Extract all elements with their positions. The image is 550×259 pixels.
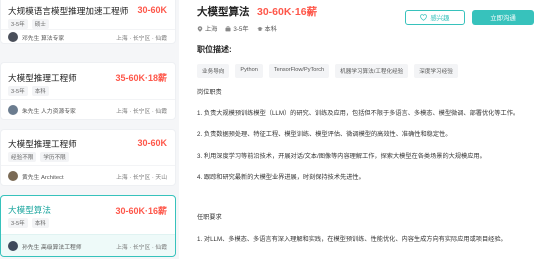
detail-experience-group: 3-5年 bbox=[225, 24, 249, 33]
interested-label: 感兴趣 bbox=[430, 15, 450, 22]
job-card-tags: 3-5年 硕士 bbox=[8, 19, 49, 29]
tag-experience: 3-5年 bbox=[8, 218, 28, 228]
detail-city-group: 上海 bbox=[197, 24, 217, 33]
job-card[interactable]: 大模型推理工程师 30-60K 经验不限 学历不限 黄先生 Architect … bbox=[0, 129, 176, 186]
heart-icon bbox=[420, 14, 428, 21]
job-card-selected[interactable]: 大模型算法 30-60K·16薪 3-5年 本科 孙先生 高级算法工程师 上海 … bbox=[0, 195, 176, 257]
job-card-tags: 3-5年 本科 bbox=[8, 86, 49, 96]
briefcase-icon bbox=[225, 25, 231, 31]
skill-tag: Python bbox=[235, 64, 263, 78]
job-page: 大规模语言模型推理加速工程师 30-60K 3-5年 硕士 邓先生 算法专家 上… bbox=[0, 0, 550, 259]
job-card-title: 大模型算法 bbox=[8, 205, 51, 215]
job-card-footer: 朱先生 人力资源专家 上海 · 长宁区 · 仙霞 bbox=[1, 99, 175, 119]
detail-title: 大模型算法 bbox=[197, 6, 250, 18]
recruiter-name: 朱先生 人力资源专家 bbox=[22, 109, 76, 115]
detail-experience: 3-5年 bbox=[233, 26, 249, 33]
detail-salary: 30-60K·16薪 bbox=[257, 6, 318, 18]
detail-city: 上海 bbox=[205, 26, 218, 33]
desc-line: 2. 负责数据预处理、特征工程、模型训练、模型评估、微调模型的高效性、准确性和稳… bbox=[197, 131, 452, 138]
desc-line: 1. 对LLM、多模态、多语言有深入理解和实践，在模型预训练、性能优化、内容生成… bbox=[197, 236, 507, 243]
avatar bbox=[8, 171, 18, 181]
job-card-footer: 孙先生 高级算法工程师 上海 · 长宁区 · 仙霞 bbox=[1, 234, 175, 256]
job-card-salary: 30-60K bbox=[137, 138, 167, 148]
job-location: 上海 · 长宁区 · 仙霞 bbox=[116, 36, 167, 42]
tag-experience: 3-5年 bbox=[8, 19, 28, 29]
tag-experience: 3-5年 bbox=[8, 86, 28, 96]
chat-now-button[interactable]: 立即沟通 bbox=[472, 10, 534, 25]
job-card-footer: 邓先生 算法专家 上海 · 长宁区 · 仙霞 bbox=[1, 29, 175, 43]
job-location: 上海 · 长宁区 · 仙霞 bbox=[116, 245, 167, 251]
recruiter-name: 黄先生 Architect bbox=[22, 175, 64, 181]
job-card-title: 大模型推理工程师 bbox=[8, 139, 77, 149]
job-card-salary: 30-60K·16薪 bbox=[115, 206, 167, 216]
job-detail: 大模型算法 30-60K·16薪 上海 3-5年 本科 感兴趣 立即沟通 职位描… bbox=[179, 0, 550, 259]
job-card-tags: 经验不限 学历不限 bbox=[8, 152, 69, 162]
job-card-tags: 3-5年 本科 bbox=[8, 218, 49, 228]
job-card-footer: 黄先生 Architect 上海 · 长宁区 · 天山 bbox=[1, 165, 175, 185]
desc-line: 4. 跟踪和研究最新的大模型业界进展，时刻保持技术先进性。 bbox=[197, 174, 365, 181]
interested-button[interactable]: 感兴趣 bbox=[405, 10, 465, 25]
job-card-title: 大规模语言模型推理加速工程师 bbox=[8, 6, 129, 16]
job-card-title: 大模型推理工程师 bbox=[8, 73, 77, 83]
tag-degree: 本科 bbox=[31, 218, 49, 228]
job-card[interactable]: 大模型推理工程师 35-60K·18薪 3-5年 本科 朱先生 人力资源专家 上… bbox=[0, 62, 176, 120]
job-card[interactable]: 大规模语言模型推理加速工程师 30-60K 3-5年 硕士 邓先生 算法专家 上… bbox=[0, 0, 176, 44]
job-card-salary: 30-60K bbox=[137, 5, 167, 15]
avatar bbox=[8, 241, 18, 251]
job-list: 大规模语言模型推理加速工程师 30-60K 3-5年 硕士 邓先生 算法专家 上… bbox=[0, 0, 179, 259]
tag-degree: 硕士 bbox=[31, 19, 49, 29]
avatar bbox=[8, 105, 18, 115]
job-location: 上海 · 长宁区 · 天山 bbox=[116, 175, 167, 181]
desc-line: 1. 负责大规模预训练模型（LLM）的研究、训练及应用，包括但不限于多语言、多模… bbox=[197, 110, 520, 117]
desc-heading: 岗位职责 bbox=[197, 89, 222, 96]
desc-heading: 任职要求 bbox=[197, 214, 222, 221]
section-title: 职位描述: bbox=[197, 45, 232, 54]
job-location: 上海 · 长宁区 · 仙霞 bbox=[116, 109, 167, 115]
location-pin-icon bbox=[197, 25, 203, 32]
tag-experience: 经验不限 bbox=[8, 152, 37, 162]
skill-tag: 深度学习经验 bbox=[414, 64, 458, 78]
detail-degree: 本科 bbox=[264, 26, 277, 33]
skill-tag: 机器学习算法/工程化经验 bbox=[335, 64, 409, 78]
tag-degree: 学历不限 bbox=[40, 152, 69, 162]
recruiter-name: 邓先生 算法专家 bbox=[22, 36, 65, 42]
skill-tags: 业务导向 Python TensorFlow/PyTorch 机器学习算法/工程… bbox=[197, 64, 458, 78]
graduation-cap-icon bbox=[256, 26, 263, 31]
avatar bbox=[8, 32, 18, 42]
chat-now-label: 立即沟通 bbox=[490, 15, 516, 22]
skill-tag: 业务导向 bbox=[197, 64, 230, 78]
job-card-salary: 35-60K·18薪 bbox=[115, 73, 167, 83]
skill-tag: TensorFlow/PyTorch bbox=[268, 64, 330, 78]
tag-degree: 本科 bbox=[31, 86, 49, 96]
detail-degree-group: 本科 bbox=[256, 24, 277, 33]
detail-meta: 上海 3-5年 本科 bbox=[197, 24, 277, 33]
desc-line: 3. 利用深度学习等前沿技术，开展对话/文本/图像等内容理解工作，探索大模型在各… bbox=[197, 153, 486, 160]
recruiter-name: 孙先生 高级算法工程师 bbox=[22, 245, 82, 251]
